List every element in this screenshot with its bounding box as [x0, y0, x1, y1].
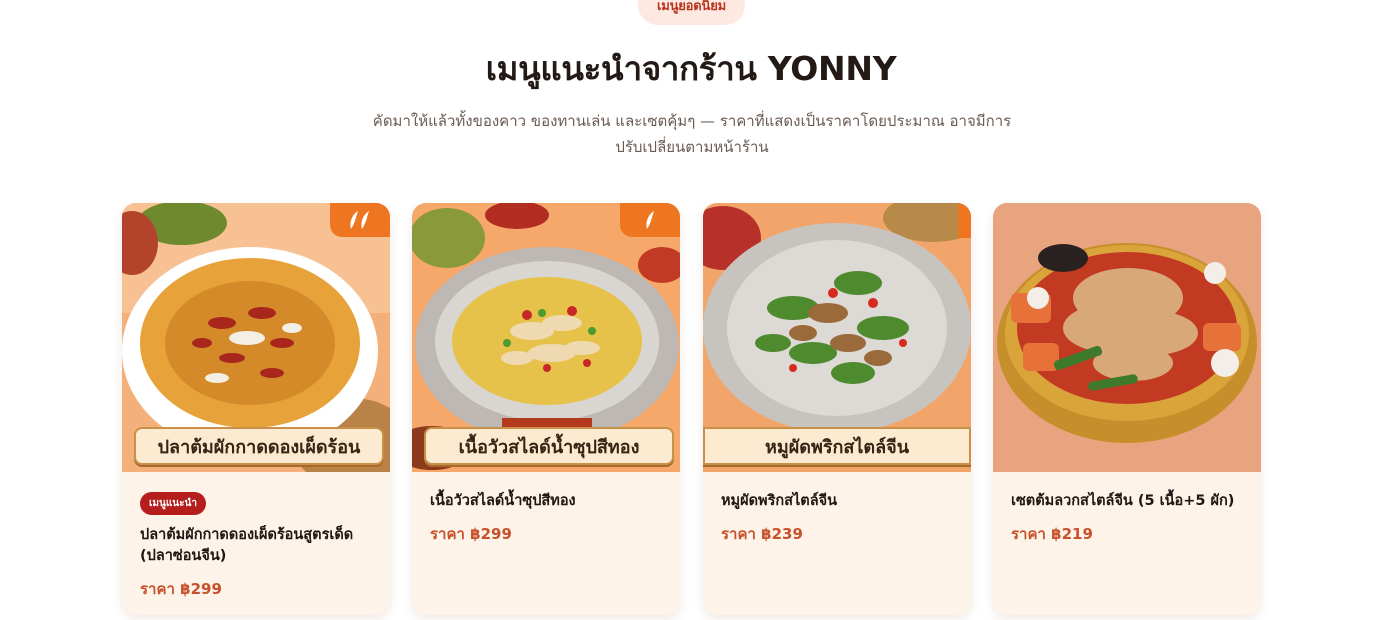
dish-banner: ปลาต้มผักกาดดองเผ็ดร้อน: [134, 427, 384, 465]
dish-name: เนื้อวัวสไลด์น้ำซุปสีทอง: [430, 493, 576, 509]
dish-banner: เนื้อวัวสไลด์น้ำซุปสีทอง: [424, 427, 674, 465]
chili-icon: [350, 211, 369, 229]
section-title: เมนูแนะนำจากร้าน YONNY: [485, 49, 897, 88]
menu-card[interactable]: หมูผัดพริกสไตล์จีน หมูผัดพริกสไตล์จีน รา…: [703, 203, 971, 615]
section-subtitle: คัดมาให้แล้วทั้งของคาว ของทานเล่น และเซต…: [372, 112, 1012, 156]
recommended-badge: เมนูแนะนำ: [140, 492, 206, 515]
dish-price: ราคา ฿239: [721, 525, 803, 543]
menu-card[interactable]: เนื้อวัวสไลด์น้ำซุปสีทอง เนื้อวัวสไลด์น้…: [412, 203, 680, 615]
dish-photo: เนื้อวัวสไลด์น้ำซุปสีทอง: [412, 203, 680, 472]
dish-photo: [993, 203, 1261, 472]
menu-card[interactable]: ปลาต้มผักกาดดองเผ็ดร้อน เมนูแนะนำ ปลาต้ม…: [122, 203, 390, 615]
menu-card[interactable]: เซตต้มลวกสไตล์จีน (5 เนื้อ+5 ผัก) ราคา ฿…: [993, 203, 1261, 615]
dish-photo: ปลาต้มผักกาดดองเผ็ดร้อน: [122, 203, 390, 472]
dish-name: หมูผัดพริกสไตล์จีน: [721, 493, 838, 509]
dish-price: ราคา ฿299: [430, 525, 512, 543]
section-tag: เมนูยอดนิยม: [638, 0, 745, 25]
chili-icon: [646, 211, 654, 229]
dish-name: เซตต้มลวกสไตล์จีน (5 เนื้อ+5 ผัก): [1011, 493, 1235, 509]
spicy-badge: [330, 203, 390, 237]
dish-banner: หมูผัดพริกสไตล์จีน: [703, 427, 971, 465]
spicy-badge: [620, 203, 680, 237]
dish-name: ปลาต้มผักกาดดองเผ็ดร้อนสูตรเด็ด (ปลาซ่อน…: [140, 527, 354, 564]
dish-price: ราคา ฿299: [140, 580, 222, 598]
dish-photo: หมูผัดพริกสไตล์จีน: [703, 203, 971, 472]
dish-price: ราคา ฿219: [1011, 525, 1093, 543]
